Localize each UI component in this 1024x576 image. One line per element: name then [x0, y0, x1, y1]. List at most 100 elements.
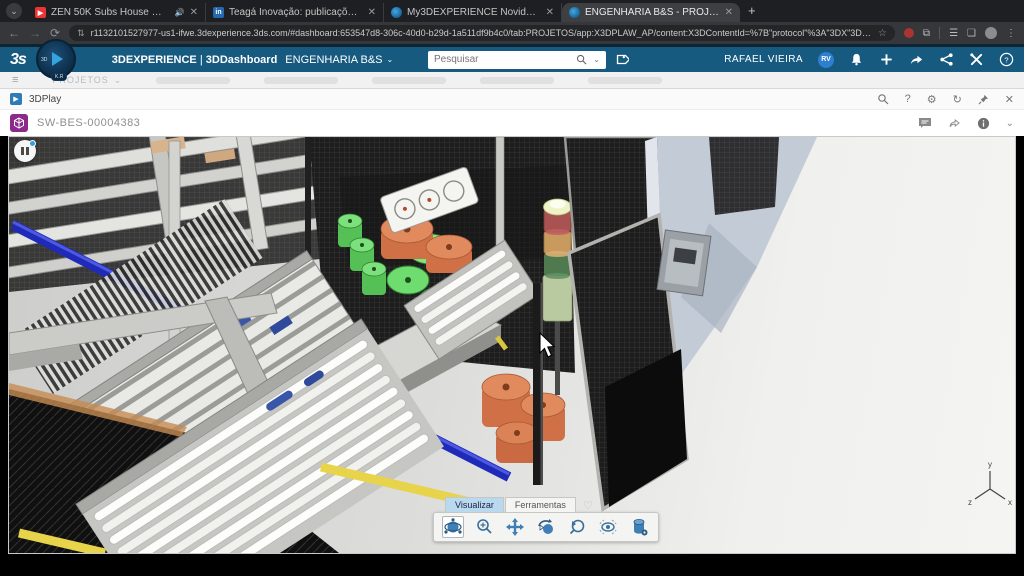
extension-icon[interactable] [904, 28, 914, 38]
tab-title: Teagá Inovação: publicações | L [229, 7, 363, 18]
site-info-icon[interactable]: ⇅ [77, 28, 85, 39]
url-field[interactable]: ⇅ r1132101527977-us1-ifwe.3dexperience.3… [69, 25, 895, 41]
compass-menu-button[interactable]: 3D K.R [36, 39, 76, 79]
share-icon[interactable] [948, 117, 961, 129]
browser-profile-avatar[interactable] [985, 27, 997, 39]
bell-icon[interactable] [849, 52, 864, 67]
rotate-tool-icon[interactable] [535, 516, 557, 538]
pan-tool-icon[interactable] [504, 516, 526, 538]
pause-status-dot [29, 140, 36, 147]
browser-tab-my3dexperience[interactable]: My3DEXPERIENCE Novidades ✕ [384, 3, 562, 22]
dashboard-selector[interactable]: ENGENHARIA B&S ⌄ [285, 54, 393, 66]
3d-scene: y z x [9, 137, 1015, 553]
search-icon[interactable] [576, 54, 587, 65]
pin-icon[interactable] [978, 94, 989, 105]
dashboard-tab-bar: ≡ PROJETOS ⌄ [0, 72, 1024, 88]
dashboard-tab-faded[interactable] [480, 77, 554, 84]
side-panel-icon[interactable]: ❏ [967, 28, 976, 39]
look-at-tool-icon[interactable] [597, 516, 619, 538]
search-icon[interactable] [877, 93, 889, 105]
turntable-tool-icon[interactable] [442, 516, 464, 538]
dashboard-tab-faded[interactable] [372, 77, 446, 84]
close-tab-icon[interactable]: ✕ [725, 7, 733, 18]
extensions-puzzle-icon[interactable]: ⧉ [923, 28, 930, 39]
viewer-toolbar: Visualizar Ferramentas ♡ [433, 497, 659, 542]
viewer-tab-ferramentas[interactable]: Ferramentas [505, 497, 576, 512]
model-bar: SW-BES-00004383 ⌄ [0, 110, 1024, 136]
forward-icon[interactable]: → [29, 27, 41, 39]
lower-orange-rolls [482, 374, 565, 463]
3dplay-widget-header: ▶ 3DPlay ? ⚙ ↻ ✕ [0, 88, 1024, 110]
browser-tab-active-engenharia[interactable]: ENGENHARIA B&S - PROJETOS ✕ [562, 3, 740, 22]
tools-icon[interactable] [969, 52, 984, 67]
model-id[interactable]: SW-BES-00004383 [37, 117, 140, 129]
chevron-down-icon: ⌄ [387, 55, 394, 64]
widget-title: 3DPlay [29, 94, 61, 105]
zoom-tool-icon[interactable] [473, 516, 495, 538]
dashboard-tab-faded[interactable] [588, 77, 662, 84]
pause-button[interactable] [14, 140, 36, 162]
physical-product-icon[interactable] [10, 114, 28, 132]
close-tab-icon[interactable]: ✕ [546, 7, 554, 18]
reload-icon[interactable]: ⟳ [50, 27, 60, 39]
help-icon[interactable]: ? [905, 93, 911, 105]
compass-play-icon [52, 52, 63, 66]
hamburger-menu-icon[interactable]: ≡ [12, 74, 18, 86]
collapse-chevron-icon[interactable]: ⌄ [1006, 118, 1014, 129]
global-search[interactable]: ⌄ [428, 51, 606, 69]
tab-search-button[interactable]: ⌄ [6, 3, 22, 19]
axis-triad: y z x [968, 460, 1012, 507]
axis-x-label: x [1008, 498, 1012, 507]
dark-post-highlight [541, 283, 544, 485]
taskbar-black-strip [0, 554, 1024, 576]
axis-y-label: y [988, 460, 992, 469]
reading-list-icon[interactable]: ☰ [949, 28, 958, 39]
back-icon[interactable]: ← [8, 27, 20, 39]
dashboard-tab-faded[interactable] [264, 77, 338, 84]
comment-icon[interactable] [918, 117, 932, 129]
search-options-chevron-icon[interactable]: ⌄ [593, 55, 600, 64]
audio-playing-icon[interactable]: 🔊 [175, 8, 185, 17]
tag-icon[interactable] [614, 52, 629, 67]
search-input[interactable] [434, 54, 570, 65]
user-name[interactable]: RAFAEL VIEIRA [724, 54, 803, 65]
section-tool-icon[interactable] [628, 516, 650, 538]
browser-tab-youtube[interactable]: ▶ ZEN 50K Subs House Mix - 🔊 ✕ [28, 3, 206, 22]
tab-title: My3DEXPERIENCE Novidades [407, 7, 541, 18]
close-icon[interactable]: ✕ [1005, 93, 1014, 106]
refresh-icon[interactable]: ↻ [953, 93, 962, 106]
linkedin-favicon: in [213, 7, 224, 18]
viewer-tab-visualizar[interactable]: Visualizar [445, 497, 504, 512]
settings-icon[interactable]: ⚙ [927, 93, 937, 106]
brand-title: 3DEXPERIENCE | 3DDashboard [112, 54, 278, 66]
tab-title: ENGENHARIA B&S - PROJETOS [585, 7, 720, 18]
3d-viewport-frame: y z x Visualizar Ferramentas ♡ [8, 136, 1016, 554]
info-icon[interactable] [977, 117, 990, 130]
3d-canvas[interactable]: y z x Visualizar Ferramentas ♡ [8, 136, 1016, 554]
bookmark-icon[interactable]: ☆ [878, 28, 887, 39]
brand-separator: | [200, 54, 203, 66]
zoom-area-tool-icon[interactable] [566, 516, 588, 538]
3dexperience-favicon [569, 7, 580, 18]
share-network-icon[interactable] [939, 52, 954, 67]
browser-menu-icon[interactable]: ⋮ [1006, 28, 1016, 39]
add-icon[interactable] [879, 52, 894, 67]
app-name: 3DDashboard [206, 54, 278, 66]
help-icon[interactable]: ? [999, 52, 1014, 67]
browser-tab-linkedin[interactable]: in Teagá Inovação: publicações | L ✕ [206, 3, 384, 22]
close-tab-icon[interactable]: ✕ [368, 7, 376, 18]
dashboard-tab-faded[interactable] [156, 77, 230, 84]
address-bar: ← → ⟳ ⇅ r1132101527977-us1-ifwe.3dexperi… [0, 22, 1024, 44]
share-arrow-icon[interactable] [909, 52, 924, 67]
compass-3d-label: 3D [41, 57, 47, 63]
tab-title: ZEN 50K Subs House Mix - [51, 7, 170, 18]
favorite-heart-icon[interactable]: ♡ [583, 499, 593, 512]
user-avatar[interactable]: RV [818, 52, 834, 68]
close-tab-icon[interactable]: ✕ [190, 7, 198, 18]
3dexperience-favicon [391, 7, 402, 18]
safety-fences [565, 137, 817, 509]
3dexperience-header: 3s 3D K.R 3DEXPERIENCE | 3DDashboard ENG… [0, 44, 1024, 72]
url-text: r1132101527977-us1-ifwe.3dexperience.3ds… [91, 28, 872, 38]
new-tab-button[interactable]: + [748, 3, 756, 18]
3ds-logo[interactable]: 3s [10, 51, 26, 69]
